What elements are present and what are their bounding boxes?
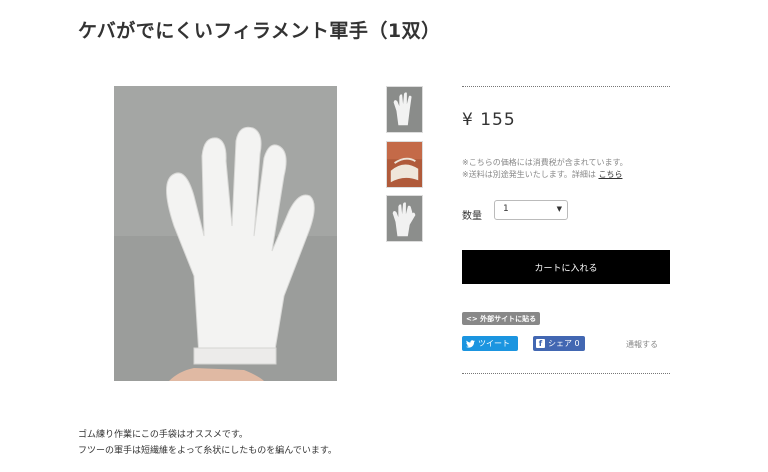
description-line-1: ゴム練り作業にこの手袋はオススメです。 [78, 430, 248, 440]
shipping-note-text: ※送料は別途発生いたします。詳細は [462, 170, 596, 179]
divider-bottom [462, 373, 670, 374]
add-to-cart-button[interactable]: カートに入れる [462, 250, 670, 284]
tweet-label: ツイート [478, 339, 510, 348]
report-link[interactable]: 通報する [626, 339, 658, 350]
thumbnail-1[interactable] [386, 86, 423, 133]
shipping-note: ※送料は別途発生いたします。詳細は こちら [462, 169, 628, 181]
facebook-f-icon: f [536, 339, 545, 348]
caret-down-icon: ▼ [556, 205, 562, 213]
glove-closeup-thumbnail-image [387, 142, 422, 187]
divider-top [462, 86, 670, 87]
shipping-details-link[interactable]: こちら [598, 170, 622, 179]
glove-photo [114, 86, 337, 381]
description-line-2: フツーの軍手は短繊維をよって糸状にしたものを編んでいます。 [78, 446, 337, 456]
quantity-value: 1 [503, 204, 509, 214]
product-description: ゴム練り作業にこの手袋はオススメです。 フツーの軍手は短繊維をよって糸状にしたも… [78, 427, 337, 459]
quantity-label: 数量 [462, 211, 482, 222]
tax-note: ※こちらの価格には消費税が含まれています。 [462, 158, 628, 167]
quantity-select[interactable]: 1 ▼ [494, 200, 568, 220]
thumbnail-2[interactable] [386, 141, 423, 188]
main-product-image[interactable] [114, 86, 337, 381]
embed-external-button[interactable]: <> 外部サイトに貼る [462, 312, 541, 325]
price-notes: ※こちらの価格には消費税が含まれています。 ※送料は別途発生いたします。詳細は … [462, 157, 628, 181]
facebook-share-button[interactable]: f シェア 0 [533, 336, 585, 351]
twitter-bird-icon [466, 339, 475, 348]
product-price: ¥ 155 [462, 110, 516, 130]
glove-thumbnail-image [387, 87, 422, 132]
product-title: ケバがでにくいフィラメント軍手（1双） [78, 20, 441, 42]
share-label: シェア 0 [548, 339, 580, 348]
glove-thumbnail-image [387, 196, 422, 241]
thumbnail-3[interactable] [386, 195, 423, 242]
tweet-button[interactable]: ツイート [462, 336, 518, 351]
